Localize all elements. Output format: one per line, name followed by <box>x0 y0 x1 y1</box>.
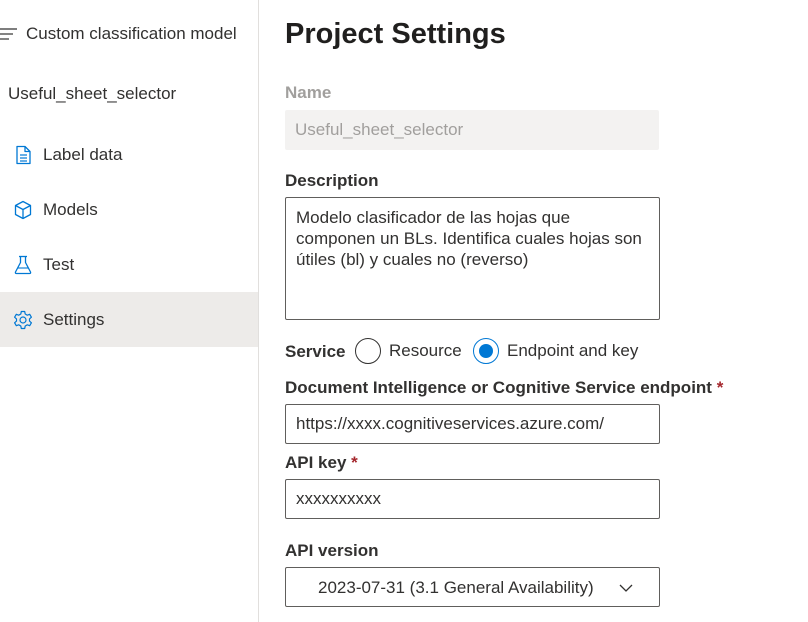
project-name: Useful_sheet_selector <box>8 84 177 103</box>
service-radio-group: Service Resource Endpoint and key <box>285 335 705 367</box>
endpoint-label: Document Intelligence or Cognitive Servi… <box>285 378 723 398</box>
description-field[interactable]: Modelo clasificador de las hojas que com… <box>285 197 660 320</box>
sidebar-item-settings[interactable]: Settings <box>0 292 258 347</box>
flask-icon <box>12 254 34 276</box>
endpoint-input[interactable] <box>285 404 660 444</box>
sidebar-header: Custom classification model <box>0 16 258 52</box>
sidebar-item-label: Test <box>43 254 75 274</box>
service-option-endpoint-label[interactable]: Endpoint and key <box>507 341 638 361</box>
sidebar-item-models[interactable]: Models <box>0 182 258 237</box>
service-option-resource-label[interactable]: Resource <box>389 341 462 361</box>
endpoint-label-text: Document Intelligence or Cognitive Servi… <box>285 378 712 397</box>
api-key-input[interactable] <box>285 479 660 519</box>
sidebar-item-label: Label data <box>43 144 123 164</box>
service-radio-resource[interactable] <box>355 338 381 364</box>
description-label: Description <box>285 171 379 190</box>
required-mark: * <box>351 453 358 472</box>
api-version-selected-value: 2023-07-31 (3.1 General Availability) <box>318 578 594 597</box>
page-title: Project Settings <box>285 18 506 50</box>
service-radio-endpoint-and-key[interactable] <box>473 338 499 364</box>
name-field <box>285 110 659 150</box>
name-label: Name <box>285 83 332 102</box>
sidebar-item-label-data[interactable]: Label data <box>0 127 258 182</box>
document-icon <box>12 144 34 166</box>
cube-icon <box>12 199 34 221</box>
hamburger-menu-icon[interactable] <box>0 26 18 42</box>
sidebar-item-test[interactable]: Test <box>0 237 258 292</box>
api-key-label-text: API key <box>285 453 347 472</box>
chevron-down-icon <box>618 581 634 593</box>
app-root: Custom classification model Useful_sheet… <box>0 0 808 622</box>
sidebar: Custom classification model Useful_sheet… <box>0 0 259 622</box>
gear-icon <box>12 309 34 331</box>
main-content: Project Settings Name Description Modelo… <box>260 0 808 622</box>
sidebar-item-label: Models <box>43 199 98 219</box>
sidebar-title: Custom classification model <box>26 24 237 43</box>
api-version-dropdown[interactable]: 2023-07-31 (3.1 General Availability) <box>285 567 660 607</box>
sidebar-item-label: Settings <box>43 309 105 329</box>
api-key-label: API key * <box>285 453 358 473</box>
api-version-label: API version <box>285 541 379 560</box>
required-mark: * <box>716 378 724 397</box>
service-label: Service <box>285 342 346 361</box>
